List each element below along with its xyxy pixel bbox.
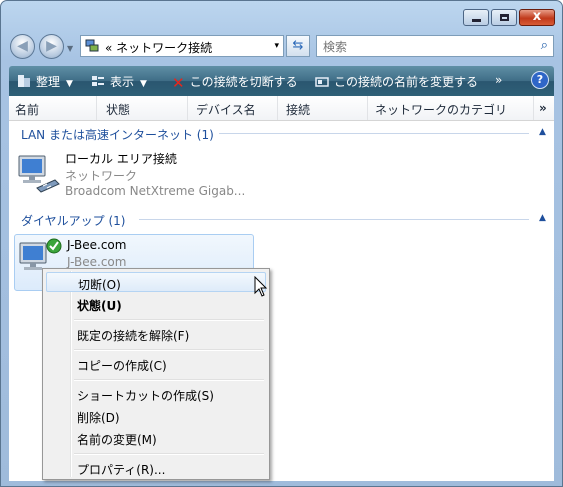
lan-connection-icon <box>18 155 60 193</box>
maximize-button[interactable] <box>491 9 517 26</box>
column-headers: 名前 状態 デバイス名 接続 ネットワークのカテゴリ » <box>9 96 554 121</box>
column-divider[interactable] <box>187 96 188 120</box>
rename-button[interactable]: この接続の名前を変更する <box>315 73 478 90</box>
maximize-icon <box>500 14 509 21</box>
refresh-icon: ⇆ <box>292 38 304 53</box>
forward-arrow-icon: ▶ <box>46 38 57 54</box>
column-divider[interactable] <box>96 96 97 120</box>
help-button[interactable]: ? <box>531 71 549 89</box>
back-arrow-icon: ◀ <box>17 38 28 54</box>
minimize-icon <box>472 19 481 22</box>
network-connections-icon <box>85 39 99 52</box>
menu-item-label: 状態(U) <box>77 299 122 313</box>
group-header-lan[interactable]: LAN または高速インターネット (1) <box>21 126 214 143</box>
menu-separator <box>74 453 264 455</box>
refresh-button[interactable]: ⇆ <box>286 35 310 57</box>
menu-item-label: 切断(O) <box>78 278 121 292</box>
menu-separator <box>74 319 264 321</box>
rename-icon <box>315 77 329 87</box>
menu-item-cancel-default[interactable]: 既定の接続を解除(F) <box>46 324 266 344</box>
column-name[interactable]: 名前 <box>15 101 39 118</box>
search-icon[interactable]: ⌕ <box>541 38 548 53</box>
column-connection[interactable]: 接続 <box>286 101 310 118</box>
help-icon: ? <box>536 73 544 86</box>
connection-status-text: ネットワーク <box>65 169 138 183</box>
menu-separator <box>74 349 264 351</box>
forward-button[interactable]: ▶ <box>39 34 64 59</box>
more-commands-button[interactable]: » <box>495 73 502 87</box>
menu-item-delete[interactable]: 削除(D) <box>46 406 266 426</box>
column-divider[interactable] <box>277 96 278 120</box>
view-label: 表示 <box>110 75 135 89</box>
organize-button[interactable]: 整理 ▼ <box>17 73 73 90</box>
disconnect-x-icon: ✕ <box>172 74 185 92</box>
column-network-category[interactable]: ネットワークのカテゴリ <box>375 101 507 118</box>
menu-item-create-shortcut[interactable]: ショートカットの作成(S) <box>46 384 266 404</box>
connection-name: J-Bee.com <box>67 238 127 252</box>
close-icon: x <box>532 9 542 24</box>
menu-item-create-copy[interactable]: コピーの作成(C) <box>46 354 266 374</box>
title-bar: x <box>1 1 562 31</box>
group-header-dialup[interactable]: ダイヤルアップ (1) <box>21 212 125 229</box>
view-icon <box>92 76 104 86</box>
address-bar[interactable]: « ネットワーク接続 ▾ <box>80 35 284 57</box>
organize-icon <box>18 75 30 87</box>
connection-name: ローカル エリア接続 <box>65 152 177 166</box>
group-divider-line <box>139 219 529 220</box>
menu-item-status[interactable]: 状態(U) <box>46 294 266 314</box>
menu-item-label: プロパティ(R)... <box>77 463 166 477</box>
mouse-cursor-icon <box>254 276 268 297</box>
collapse-group-icon[interactable]: ▲ <box>539 213 546 223</box>
organize-label: 整理 <box>36 75 61 89</box>
minimize-button[interactable] <box>463 9 489 26</box>
menu-separator <box>74 379 264 381</box>
menu-item-label: ショートカットの作成(S) <box>77 389 214 403</box>
group-divider-line <box>219 133 529 134</box>
column-device-name[interactable]: デバイス名 <box>196 101 256 118</box>
address-row: ◀ ▶ ▼ « ネットワーク接続 ▾ ⇆ ⌕ <box>1 31 562 63</box>
menu-item-properties[interactable]: プロパティ(R)... <box>46 458 266 478</box>
context-menu: 切断(O) 状態(U) 既定の接続を解除(F) コピーの作成(C) ショートカッ… <box>42 268 270 480</box>
menu-item-label: 削除(D) <box>77 411 120 425</box>
organize-dropdown-icon: ▼ <box>66 79 73 89</box>
view-dropdown-icon: ▼ <box>140 79 147 89</box>
disconnect-label: この接続を切断する <box>189 75 298 89</box>
connection-status-text: J-Bee.com <box>67 255 127 269</box>
column-status[interactable]: 状態 <box>106 101 130 118</box>
back-button[interactable]: ◀ <box>10 34 35 59</box>
view-button[interactable]: 表示 ▼ <box>91 73 147 90</box>
menu-item-label: コピーの作成(C) <box>77 359 167 373</box>
connection-item-local-area[interactable]: ローカル エリア接続 ネットワーク Broadcom NetXtreme Gig… <box>13 148 313 204</box>
history-dropdown-icon[interactable]: ▼ <box>67 44 73 53</box>
breadcrumb-network-connections[interactable]: ネットワーク接続 <box>116 41 212 55</box>
collapse-group-icon[interactable]: ▲ <box>539 127 546 137</box>
connection-device-text: Broadcom NetXtreme Gigab... <box>65 184 246 198</box>
search-input[interactable] <box>321 38 525 56</box>
column-divider[interactable] <box>533 96 534 120</box>
menu-item-label: 既定の接続を解除(F) <box>77 329 190 343</box>
menu-item-rename[interactable]: 名前の変更(M) <box>46 428 266 448</box>
column-overflow-chevron[interactable]: » <box>539 101 547 115</box>
close-button[interactable]: x <box>519 9 555 26</box>
rename-label: この接続の名前を変更する <box>334 75 479 89</box>
column-divider[interactable] <box>367 96 368 120</box>
address-prefix: « <box>105 41 113 55</box>
menu-item-disconnect[interactable]: 切断(O) <box>46 272 266 292</box>
command-toolbar: 整理 ▼ 表示 ▼ ✕ この接続を切断する この接続の名前を変更する » ? <box>9 66 554 96</box>
search-box[interactable]: ⌕ <box>316 35 554 57</box>
menu-item-label: 名前の変更(M) <box>77 433 157 447</box>
address-dropdown-icon[interactable]: ▾ <box>274 41 279 51</box>
disconnect-button[interactable]: ✕ この接続を切断する <box>172 73 298 92</box>
